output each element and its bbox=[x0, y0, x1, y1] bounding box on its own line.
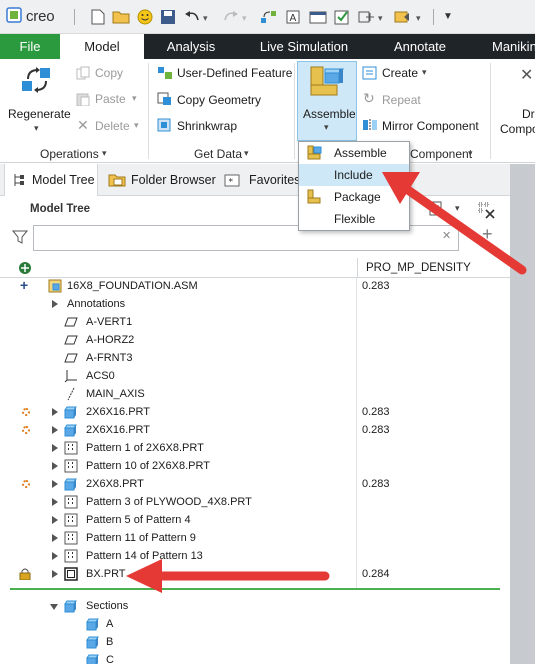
arrow-to-bx-part-icon bbox=[126, 559, 330, 593]
arrow-to-include-icon bbox=[382, 172, 527, 275]
annotation-arrows-overlay bbox=[126, 172, 527, 593]
